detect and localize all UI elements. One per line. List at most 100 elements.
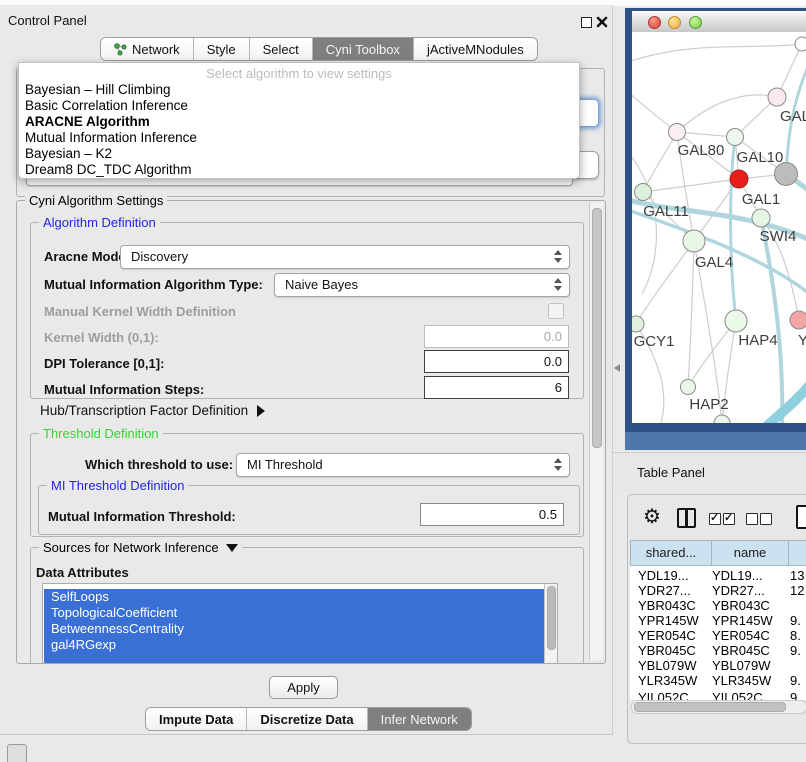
node-label-gcy1: GCY1: [634, 333, 675, 350]
deselect-all2-icon[interactable]: [760, 513, 772, 525]
attr-item-gal4rgexp[interactable]: gal4RGexp: [44, 637, 548, 653]
float-panel-icon[interactable]: [581, 17, 592, 28]
deselect-all-icon[interactable]: [746, 513, 758, 525]
manual-kernel-label: Manual Kernel Width Definition: [44, 304, 236, 319]
new-table-icon[interactable]: [796, 505, 806, 529]
column-header-name[interactable]: name: [711, 540, 789, 566]
table-panel-header: Table Panel: [613, 452, 806, 493]
dpi-tolerance-label: DPI Tolerance [0,1]:: [44, 356, 164, 371]
expand-right-icon: [257, 405, 265, 417]
aracne-mode-combo[interactable]: Discovery: [120, 245, 570, 269]
combo-stepper-icon: [554, 458, 562, 472]
settings-scrollbar-thumb[interactable]: [592, 208, 602, 448]
data-attributes-label: Data Attributes: [36, 565, 129, 580]
screen: Control Panel Network Style Select Cyni …: [0, 0, 806, 762]
mi-steps-field[interactable]: 6: [424, 376, 569, 399]
attr-item-selfloops[interactable]: SelfLoops: [44, 589, 548, 605]
column-header-partial[interactable]: [788, 540, 806, 566]
tab-impute-data[interactable]: Impute Data: [146, 708, 246, 730]
cyni-settings-title: Cyni Algorithm Settings: [25, 193, 167, 208]
tab-cyni-toolbox[interactable]: Cyni Toolbox: [312, 38, 413, 60]
mi-steps-label: Mutual Information Steps:: [44, 382, 204, 397]
node-table[interactable]: YDL19...YDL19...13 YDR27...YDR27...12 YB…: [630, 566, 806, 700]
tab-label: Network: [132, 42, 180, 57]
close-icon[interactable]: [596, 16, 608, 28]
restore-panel-icon[interactable]: [7, 744, 27, 762]
node-label-gal1: GAL1: [742, 191, 780, 208]
collapse-down-icon: [226, 544, 238, 552]
algorithm-dropdown: Select algorithm to view settings Bayesi…: [18, 62, 580, 179]
network-window-shadow: [625, 432, 806, 450]
node-label-gal10: GAL10: [737, 149, 784, 166]
column-browser-icon[interactable]: [677, 508, 696, 528]
mi-threshold-label: Mutual Information Threshold:: [48, 509, 236, 524]
panel-title: Control Panel: [8, 13, 87, 28]
threshold-definition-title: Threshold Definition: [39, 426, 163, 441]
splitter-collapse-icon[interactable]: [614, 364, 620, 372]
minimize-window-icon[interactable]: [668, 16, 681, 29]
tab-style[interactable]: Style: [193, 38, 249, 60]
data-attributes-list[interactable]: SelfLoops TopologicalCoefficient Between…: [42, 583, 558, 664]
tab-infer-network[interactable]: Infer Network: [367, 708, 471, 730]
dpi-tolerance-field[interactable]: 0.0: [424, 350, 569, 373]
attributes-scrollbar[interactable]: [544, 584, 557, 663]
hub-definition-expander[interactable]: Hub/Transcription Factor Definition: [40, 403, 265, 418]
node-label-hap2: HAP2: [689, 396, 728, 413]
algo-item-bayesian-hill[interactable]: Bayesian – Hill Climbing: [25, 82, 171, 97]
table-hscrollbar-thumb[interactable]: [634, 702, 786, 712]
combo-stepper-icon: [554, 278, 562, 292]
manual-kernel-checkbox[interactable]: [548, 303, 564, 319]
control-panel: Control Panel Network Style Select Cyni …: [0, 5, 613, 735]
algo-item-basic-correlation[interactable]: Basic Correlation Inference: [25, 98, 188, 113]
algorithm-definition-title: Algorithm Definition: [39, 215, 160, 230]
select-all-check-icon[interactable]: [709, 513, 721, 525]
network-canvas[interactable]: GAL GAL80 GAL10 GAL1 GAL11 SWI4 GAL4 GCY…: [632, 32, 806, 423]
node-label-gal-partial: GAL: [780, 108, 806, 125]
hub-definition-label: Hub/Transcription Factor Definition: [40, 403, 248, 418]
close-window-icon[interactable]: [648, 16, 661, 29]
which-threshold-label: Which threshold to use:: [85, 457, 233, 472]
attr-item-partial[interactable]: [44, 653, 548, 663]
attr-item-topologicalcoefficient[interactable]: TopologicalCoefficient: [44, 605, 548, 621]
attr-item-betweennesscentrality[interactable]: BetweennessCentrality: [44, 621, 548, 637]
tab-jactivemnodules[interactable]: jActiveMNodules: [413, 38, 537, 60]
node-label-y-partial: Y: [798, 332, 806, 349]
network-window-titlebar[interactable]: [632, 11, 806, 33]
mi-type-combo[interactable]: Naive Bayes: [274, 273, 570, 297]
node-label-gal4: GAL4: [695, 254, 733, 271]
algo-item-aracne[interactable]: ARACNE Algorithm: [25, 114, 150, 129]
maximize-window-icon[interactable]: [689, 16, 702, 29]
table-panel-title: Table Panel: [637, 465, 705, 480]
mi-threshold-field[interactable]: 0.5: [420, 503, 564, 526]
table-hscrollbar[interactable]: [631, 700, 806, 714]
network-window: GAL GAL80 GAL10 GAL1 GAL11 SWI4 GAL4 GCY…: [625, 8, 806, 432]
tab-discretize-data[interactable]: Discretize Data: [246, 708, 366, 730]
kernel-width-label: Kernel Width (0,1):: [44, 330, 159, 345]
column-header-shared[interactable]: shared...: [630, 540, 712, 566]
control-panel-tabs: Network Style Select Cyni Toolbox jActiv…: [100, 37, 538, 61]
settings-scrollbar[interactable]: [589, 202, 603, 660]
dropdown-prompt: Select algorithm to view settings: [19, 66, 579, 81]
combo-stepper-icon: [554, 250, 562, 264]
select-all-check2-icon[interactable]: [723, 513, 735, 525]
tab-select[interactable]: Select: [249, 38, 312, 60]
node-label-hap4: HAP4: [738, 332, 777, 349]
node-label-gal11: GAL11: [643, 203, 689, 220]
algo-item-dream8[interactable]: Dream8 DC_TDC Algorithm: [25, 162, 192, 177]
sources-title: Sources for Network Inference: [43, 540, 219, 555]
sources-collapse[interactable]: Sources for Network Inference: [39, 540, 242, 555]
apply-button[interactable]: Apply: [269, 676, 338, 699]
algo-item-mutual-information[interactable]: Mutual Information Inference: [25, 130, 197, 145]
gear-icon[interactable]: ⚙: [643, 504, 661, 529]
node-label-gal80: GAL80: [678, 142, 725, 159]
which-threshold-combo[interactable]: MI Threshold: [236, 453, 570, 477]
aracne-mode-label: Aracne Mode:: [44, 249, 130, 264]
network-icon: [114, 43, 127, 56]
mi-type-label: Mutual Information Algorithm Type:: [44, 277, 263, 292]
kernel-width-field[interactable]: 0.0: [424, 325, 569, 348]
node-label-swi4: SWI4: [760, 228, 797, 245]
mi-threshold-group-title: MI Threshold Definition: [47, 478, 188, 493]
tab-network[interactable]: Network: [101, 38, 193, 60]
algo-item-bayesian-k2[interactable]: Bayesian – K2: [25, 146, 112, 161]
attributes-scrollbar-thumb[interactable]: [547, 586, 556, 650]
